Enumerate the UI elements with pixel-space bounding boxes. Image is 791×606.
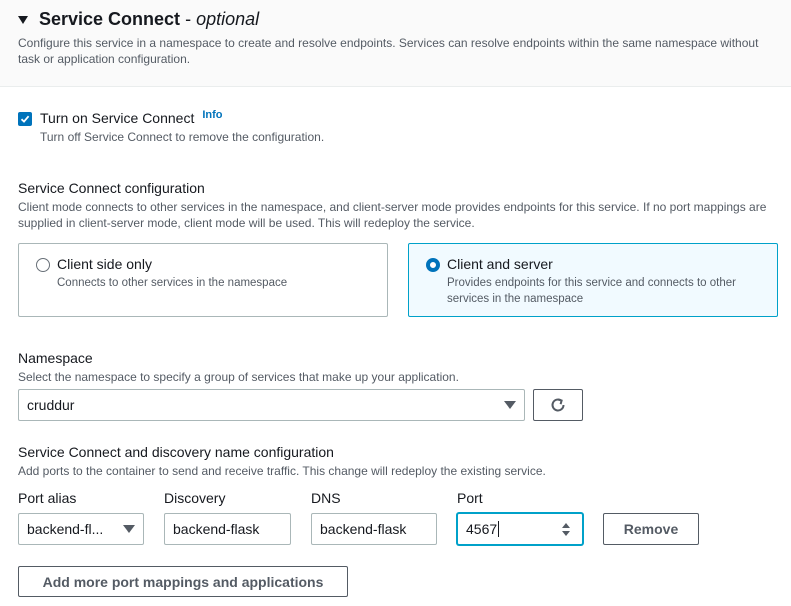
section-title-text: Service Connect	[39, 9, 181, 29]
discovery-input[interactable]: backend-flask	[164, 513, 291, 545]
title-optional: optional	[196, 9, 260, 29]
dns-value: backend-flask	[320, 521, 407, 537]
refresh-button[interactable]	[533, 389, 583, 421]
option-title: Client side only	[57, 256, 152, 272]
toggle-description: Turn off Service Connect to remove the c…	[40, 130, 325, 144]
discovery-description: Add ports to the container to send and r…	[18, 464, 546, 478]
remove-button[interactable]: Remove	[603, 513, 699, 545]
namespace-label: Namespace	[18, 350, 93, 366]
add-port-mapping-button[interactable]: Add more port mappings and applications	[18, 566, 348, 597]
port-alias-value: backend-fl...	[27, 521, 104, 537]
caret-down-icon[interactable]	[18, 16, 28, 24]
refresh-icon	[551, 398, 565, 412]
namespace-select[interactable]: cruddur	[18, 389, 525, 421]
radio-selected-icon[interactable]	[426, 258, 440, 272]
option-client-side-only[interactable]: Client side only Connects to other servi…	[18, 243, 388, 317]
dropdown-caret-icon	[504, 401, 516, 409]
column-discovery: Discovery	[164, 490, 226, 506]
section-description: Configure this service in a namespace to…	[18, 36, 759, 66]
toggle-label[interactable]: Turn on Service Connect	[40, 110, 194, 126]
port-alias-select[interactable]: backend-fl...	[18, 513, 144, 545]
text-cursor	[498, 521, 500, 537]
info-link[interactable]: Info	[202, 109, 222, 121]
checkbox-checked-icon[interactable]	[18, 112, 32, 126]
option-client-and-server[interactable]: Client and server Provides endpoints for…	[408, 243, 778, 317]
namespace-description: Select the namespace to specify a group …	[18, 370, 459, 384]
column-port-alias: Port alias	[18, 490, 77, 506]
column-port: Port	[457, 490, 483, 506]
discovery-value: backend-flask	[173, 521, 260, 537]
option-description: Connects to other services in the namesp…	[57, 277, 288, 289]
section-header: Service Connect - optional Configure thi…	[0, 0, 791, 87]
discovery-label: Service Connect and discovery name confi…	[18, 444, 334, 460]
option-title: Client and server	[447, 256, 553, 272]
radio-unselected-icon[interactable]	[36, 258, 50, 272]
namespace-value: cruddur	[27, 397, 75, 413]
section-title[interactable]: Service Connect - optional	[18, 9, 259, 30]
port-value: 4567	[466, 521, 498, 537]
column-dns: DNS	[311, 490, 341, 506]
port-input[interactable]: 4567	[457, 513, 583, 545]
dns-input[interactable]: backend-flask	[311, 513, 437, 545]
title-separator: -	[185, 9, 192, 29]
number-stepper-icon[interactable]	[562, 523, 570, 537]
config-label: Service Connect configuration	[18, 180, 205, 196]
service-connect-toggle[interactable]: Turn on Service Connect Info	[18, 109, 223, 126]
dropdown-caret-icon	[123, 525, 135, 533]
option-description: Provides endpoints for this service and …	[447, 277, 736, 305]
config-description: Client mode connects to other services i…	[18, 200, 767, 230]
